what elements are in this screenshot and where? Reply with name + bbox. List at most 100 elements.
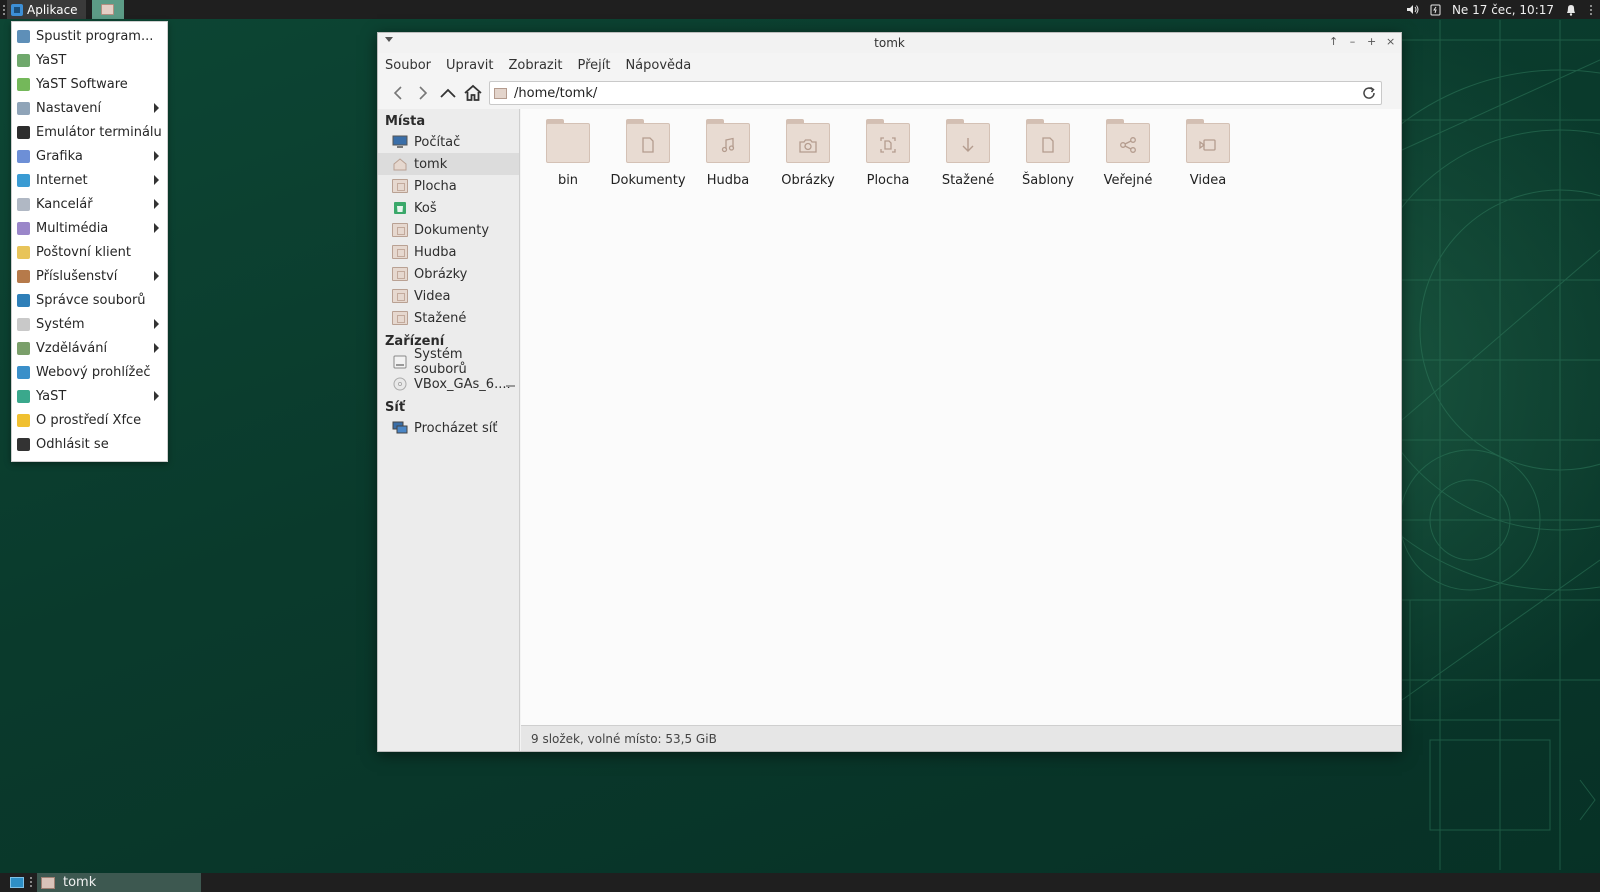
side-pane-item[interactable]: Hudba — [378, 241, 519, 263]
home-button[interactable] — [461, 81, 485, 105]
menu-item-mail[interactable]: Poštovní klient — [12, 240, 167, 264]
window-menu-icon[interactable] — [385, 37, 393, 42]
folder-item[interactable]: Šablony — [1009, 119, 1087, 197]
document-folder-icon — [626, 119, 670, 163]
location-bar[interactable]: /home/tomk/ — [489, 81, 1382, 105]
folder-item[interactable]: Veřejné — [1089, 119, 1167, 197]
menu-item-multimedia[interactable]: Multimédia — [12, 216, 167, 240]
folder-view[interactable]: bin Dokumenty Hudba Obrázky Plocha Stažené Šab… — [521, 109, 1401, 725]
multimedia-icon — [17, 221, 30, 235]
desktop-folder-icon — [866, 119, 910, 163]
panel-grip-right[interactable] — [1587, 0, 1594, 19]
parent-folder-button[interactable] — [436, 81, 460, 105]
menu-napoveda[interactable]: Nápověda — [625, 58, 691, 73]
side-pane-item[interactable]: Dokumenty — [378, 219, 519, 241]
back-button[interactable] — [386, 81, 410, 105]
accessories-icon — [17, 269, 30, 283]
folder-icon — [392, 289, 408, 303]
folder-item[interactable]: bin — [529, 119, 607, 197]
menu-item-logout[interactable]: Odhlásit se — [12, 432, 167, 456]
panel-grip-handle[interactable] — [0, 0, 7, 19]
panel-clock[interactable]: Ne 17 čec, 10:17 — [1452, 3, 1554, 17]
submenu-arrow-icon — [154, 319, 159, 329]
taskbar-window-button[interactable]: tomk — [37, 873, 201, 892]
file-manager-window: tomk ↑ – + × Soubor Upravit Zobrazit Pře… — [377, 32, 1402, 752]
submenu-arrow-icon — [154, 343, 159, 353]
side-pane-item[interactable]: Obrázky — [378, 263, 519, 285]
side-pane-label: Obrázky — [414, 266, 468, 282]
maximize-icon[interactable]: + — [1367, 35, 1376, 49]
side-pane: Místa Počítač tomk Plocha Koš Dokumenty Hudba O… — [378, 109, 520, 751]
menu-item-office[interactable]: Kancelář — [12, 192, 167, 216]
internet-icon — [17, 173, 30, 187]
eject-icon[interactable] — [506, 381, 515, 387]
side-pane-item[interactable]: Počítač — [378, 131, 519, 153]
close-icon[interactable]: × — [1386, 35, 1395, 49]
forward-button[interactable] — [411, 81, 435, 105]
side-pane-item[interactable]: Procházet síť — [378, 417, 519, 439]
side-pane-item[interactable]: Stažené — [378, 307, 519, 329]
top-panel: Aplikace Ne 17 čec, 10:17 — [0, 0, 1600, 19]
menu-item-label: Internet — [36, 172, 88, 188]
menu-item-education[interactable]: Vzdělávání — [12, 336, 167, 360]
menu-zobrazit[interactable]: Zobrazit — [508, 58, 562, 73]
logout-icon — [17, 437, 30, 451]
side-pane-item[interactable]: Videa — [378, 285, 519, 307]
reload-icon[interactable] — [1361, 85, 1377, 101]
folder-item[interactable]: Obrázky — [769, 119, 847, 197]
menu-item-label: Grafika — [36, 148, 83, 164]
menu-soubor[interactable]: Soubor — [385, 58, 431, 73]
power-icon[interactable] — [1429, 3, 1442, 16]
folder-item[interactable]: Plocha — [849, 119, 927, 197]
side-pane-item[interactable]: Koš — [378, 197, 519, 219]
menu-prejit[interactable]: Přejít — [577, 58, 610, 73]
folder-label: Dokumenty — [610, 173, 686, 188]
menu-item-accessories[interactable]: Příslušenství — [12, 264, 167, 288]
submenu-arrow-icon — [154, 199, 159, 209]
side-pane-item[interactable]: tomk — [378, 153, 519, 175]
side-pane-label: Stažené — [414, 310, 467, 326]
menu-item-label: Správce souborů — [36, 292, 146, 308]
applications-menu-button[interactable]: Aplikace — [7, 0, 86, 19]
menu-item-yast[interactable]: YaST — [12, 384, 167, 408]
menu-item-graphics[interactable]: Grafika — [12, 144, 167, 168]
volume-icon[interactable] — [1406, 3, 1419, 16]
side-pane-item[interactable]: Systém souborů — [378, 347, 519, 377]
side-pane-item[interactable]: VBox_GAs_6.... — [378, 373, 519, 395]
menu-item-system[interactable]: Systém — [12, 312, 167, 336]
taskbar-window-label: tomk — [63, 875, 97, 890]
window-titlebar[interactable]: tomk ↑ – + × — [378, 33, 1401, 53]
folder-item[interactable]: Dokumenty — [609, 119, 687, 197]
places-header: Místa — [385, 114, 426, 129]
taskbar-grip[interactable] — [30, 877, 33, 888]
keep-above-icon[interactable]: ↑ — [1329, 35, 1338, 49]
menu-item-label: Příslušenství — [36, 268, 118, 284]
menu-item-star[interactable]: O prostředí Xfce — [12, 408, 167, 432]
file-manager-icon — [17, 293, 30, 307]
side-pane-item[interactable]: Plocha — [378, 175, 519, 197]
menu-item-yast[interactable]: YaST — [12, 48, 167, 72]
bell-icon[interactable] — [1564, 3, 1577, 16]
menu-item-terminal[interactable]: Emulátor terminálu — [12, 120, 167, 144]
submenu-arrow-icon — [154, 103, 159, 113]
home-folder-icon — [392, 157, 408, 171]
menu-item-search[interactable]: Spustit program... — [12, 24, 167, 48]
menu-item-settings[interactable]: Nastavení — [12, 96, 167, 120]
file-manager-launcher[interactable] — [91, 0, 124, 19]
video-folder-icon — [1186, 119, 1230, 163]
folder-item[interactable]: Hudba — [689, 119, 767, 197]
menu-item-label: O prostředí Xfce — [36, 412, 142, 428]
minimize-icon[interactable]: – — [1348, 35, 1357, 49]
folder-item[interactable]: Stažené — [929, 119, 1007, 197]
window-menubar: Soubor Upravit Zobrazit Přejít Nápověda — [378, 53, 1401, 77]
menu-item-web-browser[interactable]: Webový prohlížeč — [12, 360, 167, 384]
folder-item[interactable]: Videa — [1169, 119, 1247, 197]
show-desktop-icon[interactable] — [10, 877, 24, 888]
menu-item-file-manager[interactable]: Správce souborů — [12, 288, 167, 312]
download-folder-icon — [946, 119, 990, 163]
menu-upravit[interactable]: Upravit — [446, 58, 493, 73]
menu-item-internet[interactable]: Internet — [12, 168, 167, 192]
folder-label: Plocha — [866, 173, 910, 188]
menu-item-label: YaST Software — [36, 76, 128, 92]
menu-item-yast-software[interactable]: YaST Software — [12, 72, 167, 96]
